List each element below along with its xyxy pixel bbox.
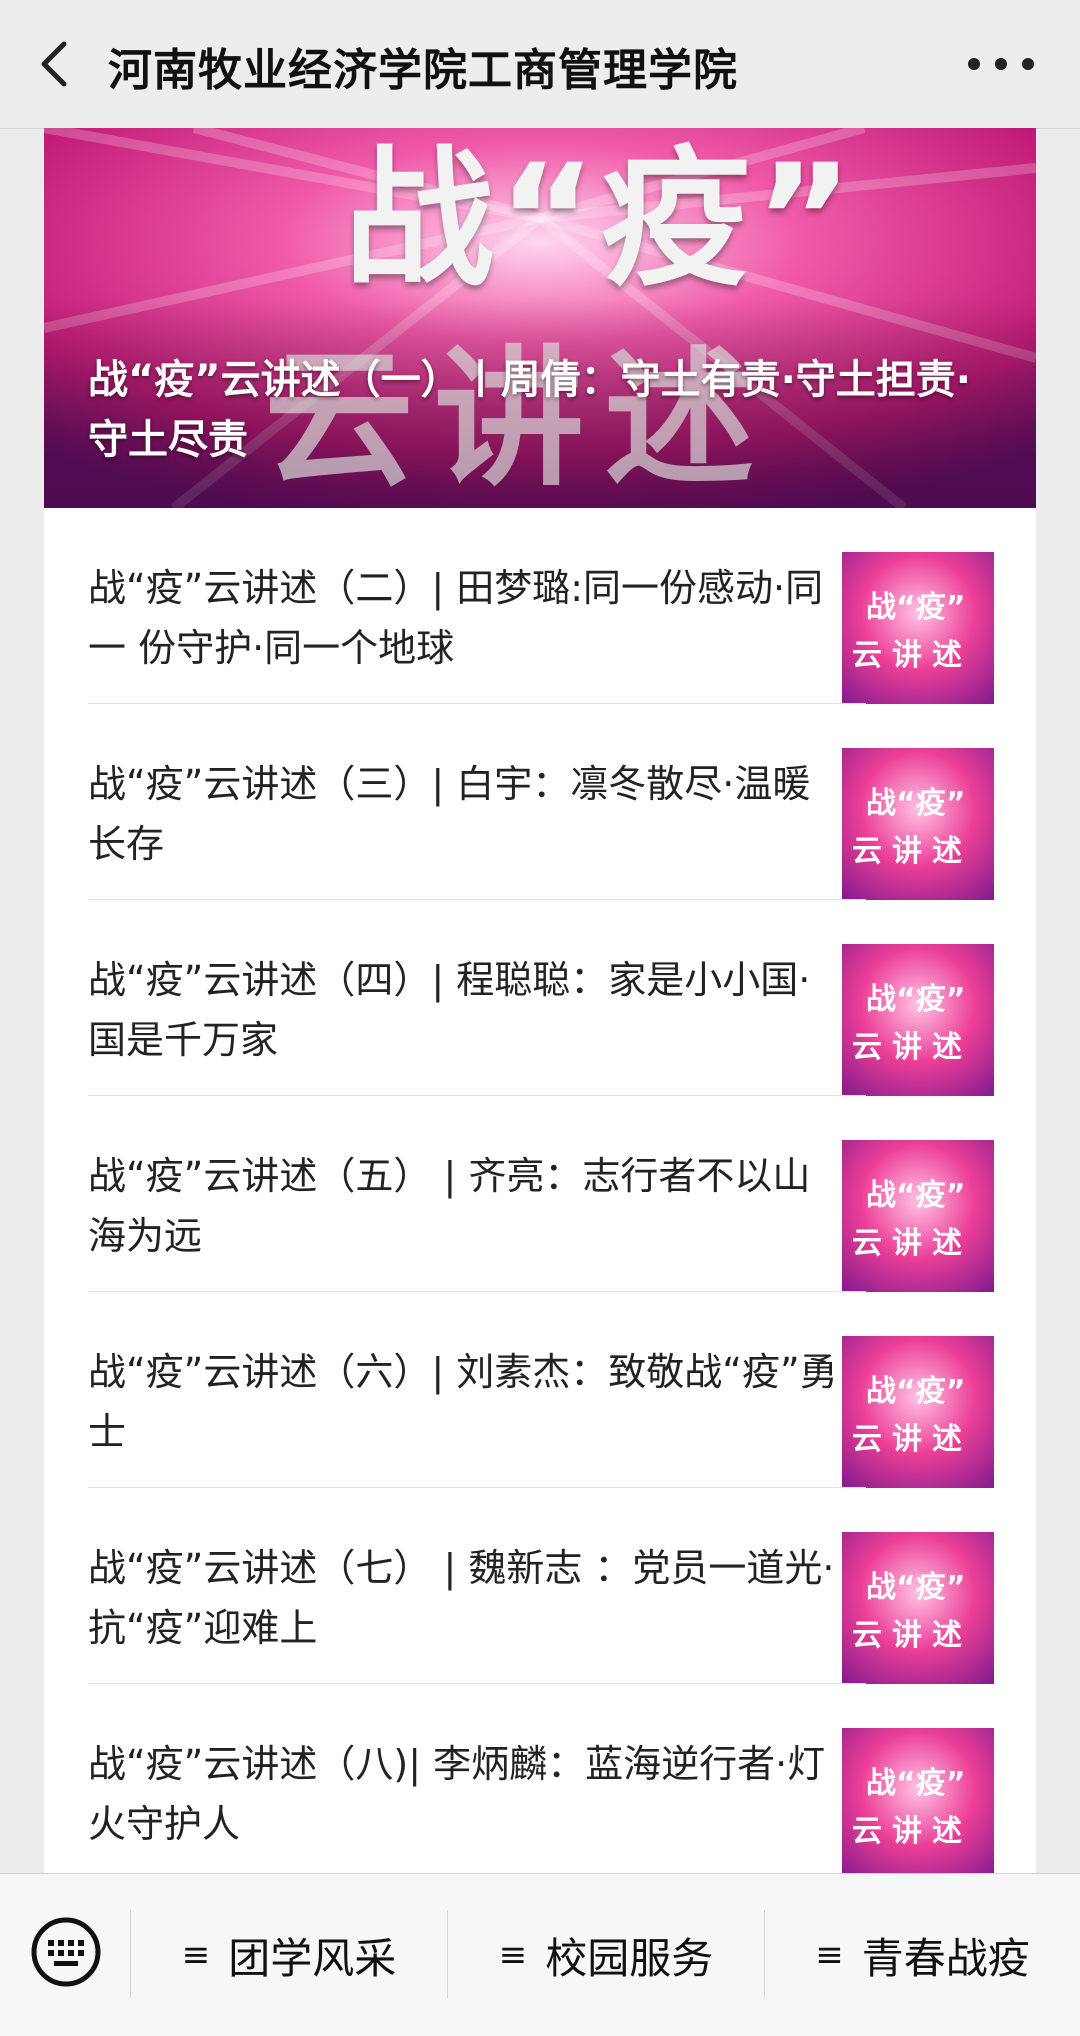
thumbnail-line1: 战“疫”: [866, 786, 966, 821]
list-item[interactable]: 战“疫”云讲述（五） | 齐亮：志行者不以山海为远 战“疫” 云讲述: [44, 1096, 1036, 1292]
article-title: 战“疫”云讲述（八)| 李炳麟：蓝海逆行者·灯火守护人: [88, 1742, 826, 1846]
menu-label: 团学风采: [228, 1933, 397, 1983]
article-thumbnail: 战“疫” 云讲述: [842, 552, 994, 704]
thumbnail-line1: 战“疫”: [866, 1178, 966, 1213]
chevron-left-icon[interactable]: [30, 38, 82, 90]
article-thumbnail: 战“疫” 云讲述: [842, 1336, 994, 1488]
page-title: 河南牧业经济学院工商管理学院: [108, 45, 738, 96]
menu-list-icon: ≡: [815, 1935, 844, 1975]
article-thumbnail: 战“疫” 云讲述: [842, 1140, 994, 1292]
thumbnail-line1: 战“疫”: [866, 982, 966, 1017]
thumbnail-line2: 云讲述: [852, 1030, 972, 1065]
list-item[interactable]: 战“疫”云讲述（四）| 程聪聪：家是小小国·国是千万家 战“疫” 云讲述: [44, 900, 1036, 1096]
article-title: 战“疫”云讲述（六）| 刘素杰：致敬战“疫”勇士: [88, 1350, 838, 1454]
menu-item-campus-service[interactable]: ≡ 校园服务: [448, 1874, 764, 2036]
list-item[interactable]: 战“疫”云讲述（八)| 李炳麟：蓝海逆行者·灯火守护人 战“疫” 云讲述: [44, 1684, 1036, 1873]
menu-label: 校园服务: [545, 1933, 714, 1983]
more-dots-icon[interactable]: [956, 46, 1046, 82]
list-item[interactable]: 战“疫”云讲述（六）| 刘素杰：致敬战“疫”勇士 战“疫” 云讲述: [44, 1292, 1036, 1488]
article-title: 战“疫”云讲述（七） | 魏新志 ：党员一道光· 抗“疫”迎难上: [88, 1546, 835, 1650]
thumbnail-line2: 云讲述: [852, 1618, 972, 1653]
top-nav-bar: 河南牧业经济学院工商管理学院: [0, 0, 1080, 129]
article-title: 战“疫”云讲述（五） | 齐亮：志行者不以山海为远: [88, 1154, 811, 1258]
menu-list-icon: ≡: [181, 1935, 211, 1975]
thumbnail-line2: 云讲述: [852, 834, 972, 869]
article-list-page: 战“疫” 云讲述 战“疫”云讲述（一）丨周倩：守土有责·守土担责· 守土尽责 战…: [44, 128, 1036, 1873]
keyboard-icon[interactable]: [30, 1916, 102, 1988]
featured-article-banner[interactable]: 战“疫” 云讲述 战“疫”云讲述（一）丨周倩：守土有责·守土担责· 守土尽责: [44, 128, 1036, 508]
article-list: 战“疫”云讲述（二）| 田梦璐:同一份感动·同一 份守护·同一个地球 战“疫” 云…: [44, 508, 1036, 1873]
article-title: 战“疫”云讲述（四）| 程聪聪：家是小小国·国是千万家: [88, 958, 811, 1062]
list-item[interactable]: 战“疫”云讲述（七） | 魏新志 ：党员一道光· 抗“疫”迎难上 战“疫” 云讲述: [44, 1488, 1036, 1684]
thumbnail-line2: 云讲述: [852, 1422, 972, 1457]
article-title: 战“疫”云讲述（二）| 田梦璐:同一份感动·同一 份守护·同一个地球: [88, 566, 824, 670]
menu-list-icon: ≡: [498, 1935, 528, 1975]
bottom-menu-bar: ≡ 团学风采 ≡ 校园服务 ≡ 青春战疫: [0, 1873, 1080, 2036]
article-thumbnail: 战“疫” 云讲述: [842, 1532, 994, 1684]
menu-item-tuanxue[interactable]: ≡ 团学风采: [131, 1874, 447, 2036]
banner-headline-line1: 战“疫”: [344, 133, 858, 307]
thumbnail-line2: 云讲述: [852, 638, 972, 673]
thumbnail-line1: 战“疫”: [866, 590, 966, 625]
thumbnail-line1: 战“疫”: [866, 1374, 966, 1409]
article-title: 战“疫”云讲述（三）| 白宇：凛冬散尽·温暖长存: [88, 762, 811, 866]
list-item[interactable]: 战“疫”云讲述（三）| 白宇：凛冬散尽·温暖长存 战“疫” 云讲述: [44, 704, 1036, 900]
thumbnail-line1: 战“疫”: [866, 1766, 966, 1801]
article-thumbnail: 战“疫” 云讲述: [842, 944, 994, 1096]
list-item[interactable]: 战“疫”云讲述（二）| 田梦璐:同一份感动·同一 份守护·同一个地球 战“疫” 云…: [44, 508, 1036, 704]
thumbnail-line2: 云讲述: [852, 1814, 972, 1849]
menu-item-youth-fight[interactable]: ≡ 青春战疫: [765, 1874, 1080, 2036]
thumbnail-line2: 云讲述: [852, 1226, 972, 1261]
article-thumbnail: 战“疫” 云讲述: [842, 748, 994, 900]
banner-caption: 战“疫”云讲述（一）丨周倩：守土有责·守土担责· 守土尽责: [88, 357, 971, 463]
menu-label: 青春战疫: [861, 1933, 1030, 1983]
article-thumbnail: 战“疫” 云讲述: [842, 1728, 994, 1873]
thumbnail-line1: 战“疫”: [866, 1570, 966, 1605]
